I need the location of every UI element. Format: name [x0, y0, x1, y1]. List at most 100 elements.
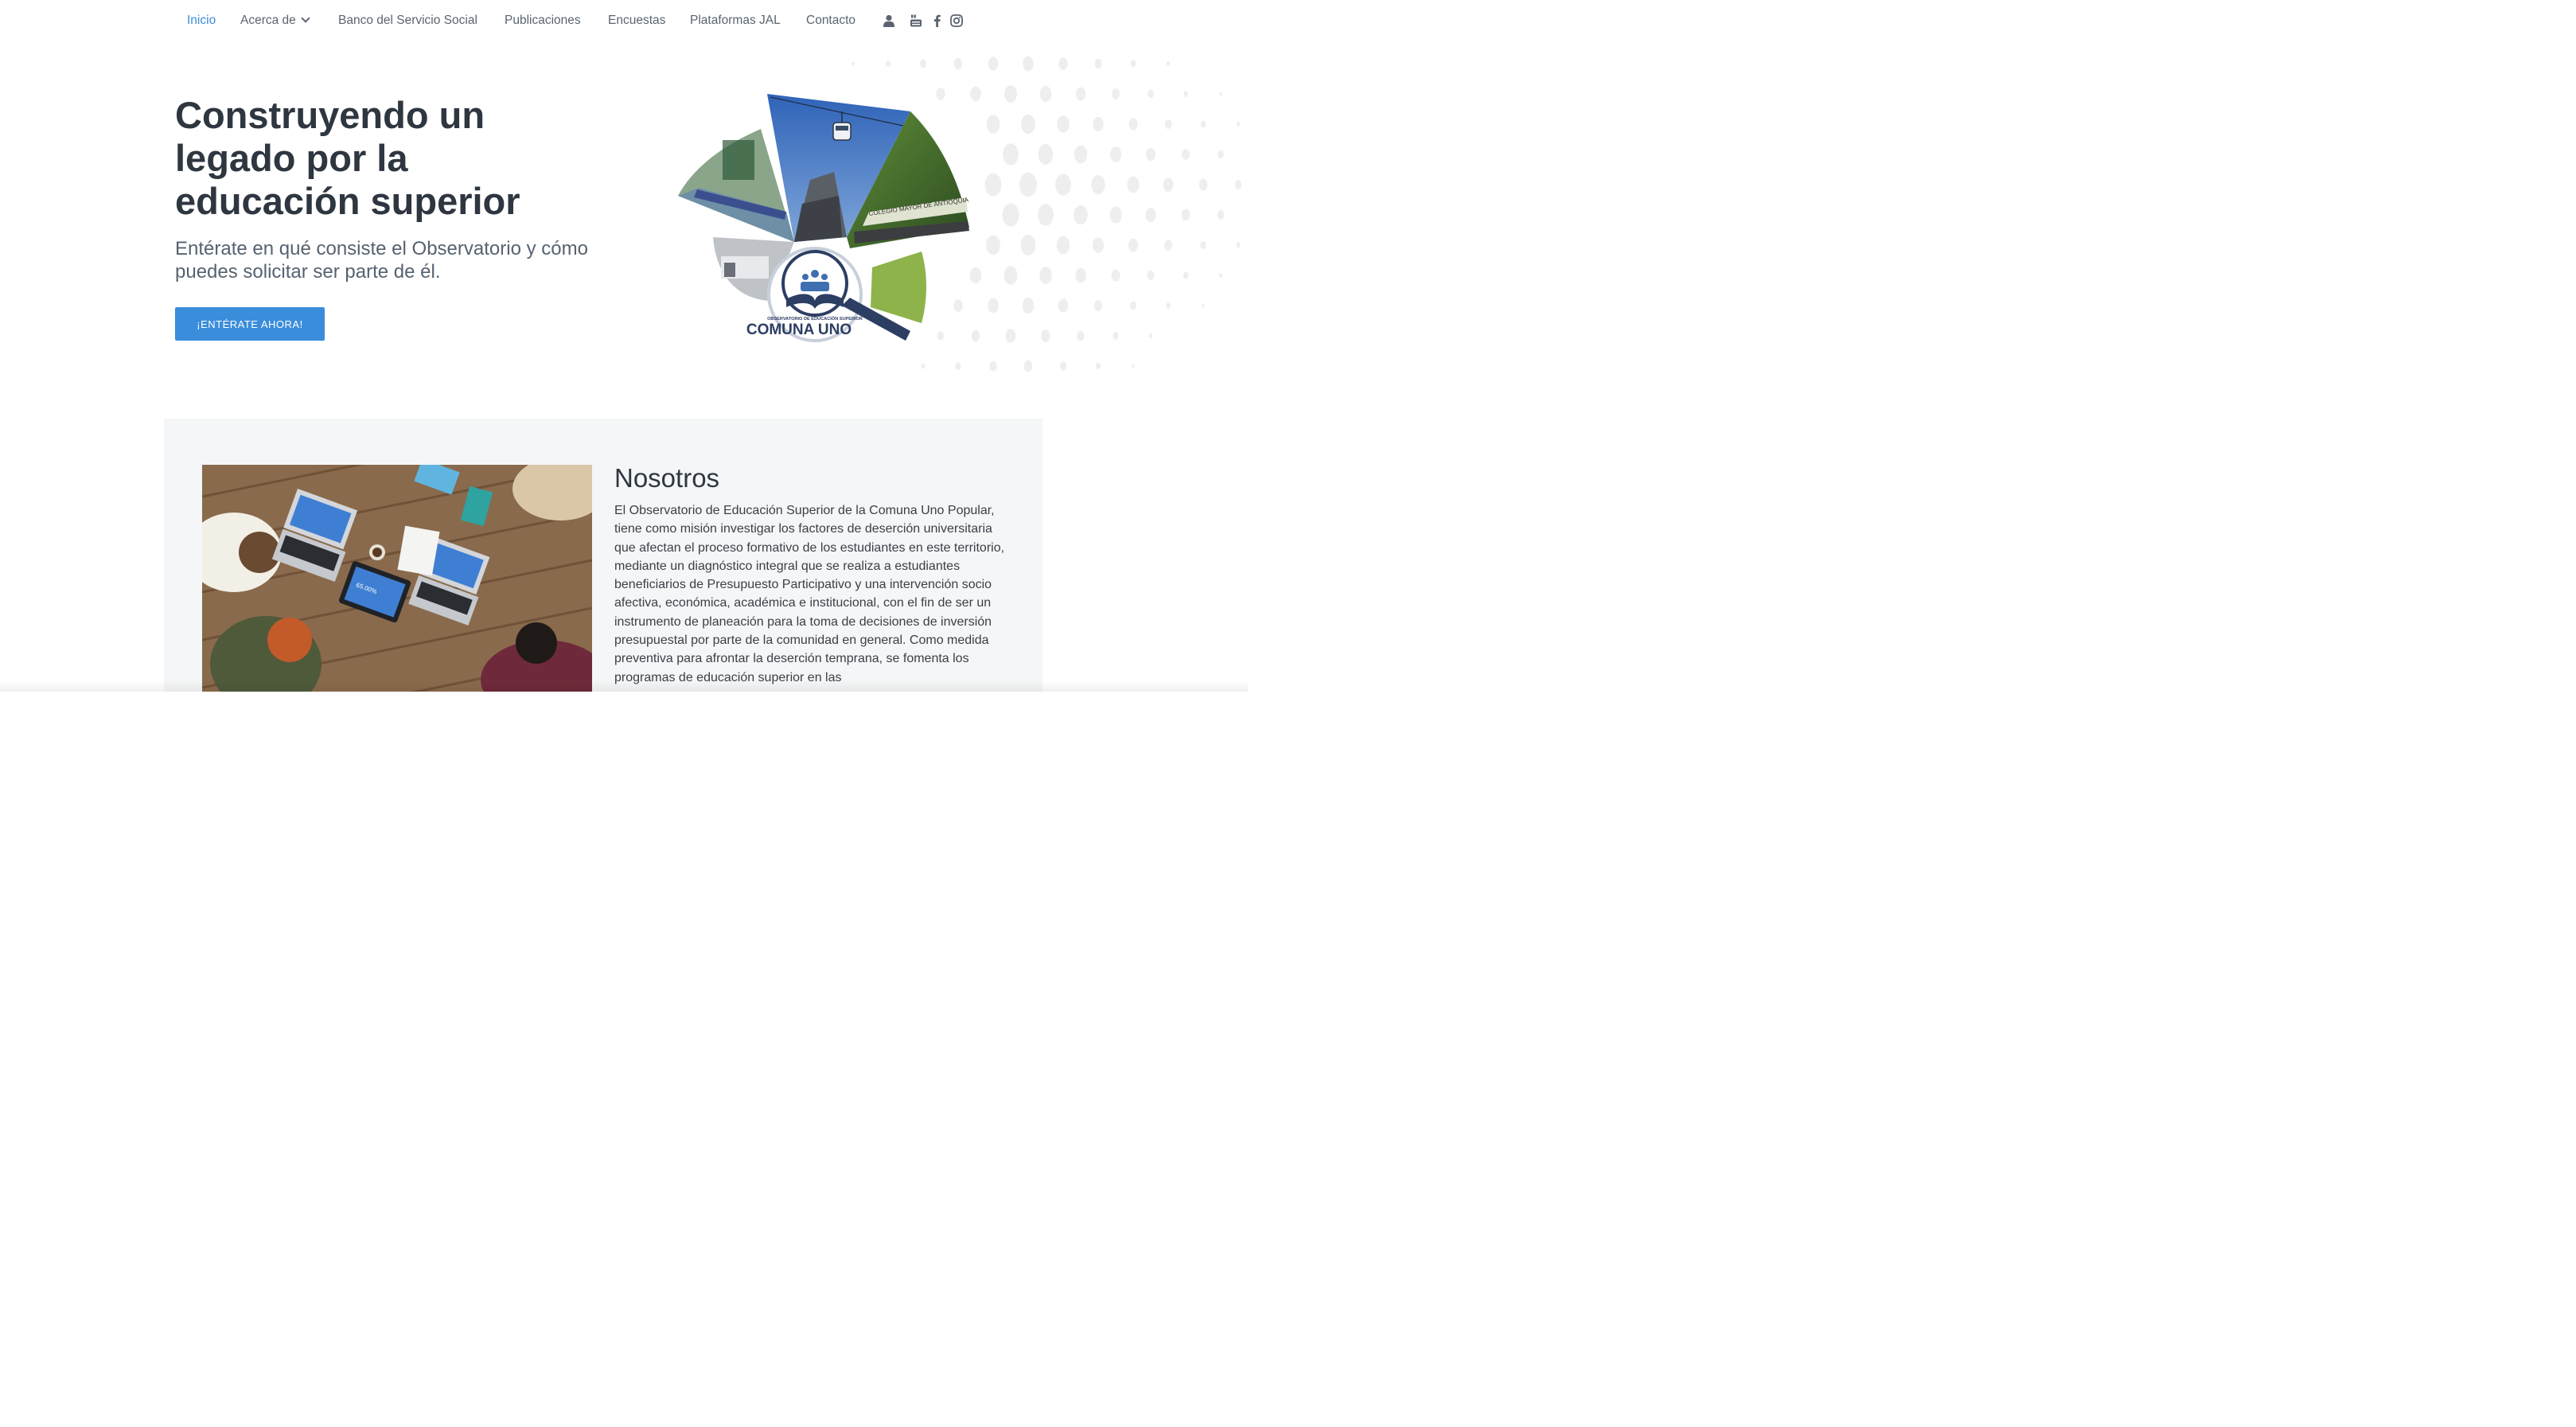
- decorative-dot: [1236, 122, 1241, 127]
- decorative-dot: [1198, 178, 1208, 191]
- decorative-dot: [1019, 172, 1037, 197]
- decorative-dot: [971, 329, 980, 342]
- decorative-dot: [1058, 298, 1069, 313]
- youtube-icon[interactable]: [909, 14, 923, 28]
- main-nav: Inicio Acerca de Banco del Servicio Soci…: [0, 0, 1248, 45]
- decorative-dot: [1092, 237, 1105, 253]
- decorative-dot: [1164, 119, 1172, 130]
- decorative-dot: [1234, 180, 1242, 189]
- hero-subtitle: Entérate en qué consiste el Observatorio…: [175, 238, 588, 283]
- decorative-dot: [984, 173, 1002, 197]
- nav-link-banco-servicio-social[interactable]: Banco del Servicio Social: [338, 14, 477, 28]
- decorative-dot: [1166, 60, 1171, 67]
- decorative-dot: [1094, 58, 1102, 69]
- decorative-dot: [1023, 56, 1034, 72]
- decorative-dot: [1091, 174, 1105, 195]
- decorative-dot: [1181, 209, 1191, 221]
- decorative-dot: [1183, 271, 1189, 279]
- decorative-dot: [1075, 267, 1086, 283]
- user-icon[interactable]: [882, 14, 896, 28]
- decorative-dot: [1077, 330, 1085, 341]
- decorative-dot: [1038, 204, 1054, 226]
- decorative-dot: [1004, 85, 1017, 103]
- decorative-dot: [1163, 177, 1174, 192]
- decorative-dot: [953, 57, 963, 70]
- decorative-dot: [1093, 299, 1103, 312]
- hero-title: Construyendo un legado por la educación …: [175, 94, 520, 222]
- nav-link-acerca-de-label: Acerca de: [240, 14, 296, 27]
- decorative-dot: [1127, 176, 1140, 193]
- facebook-icon[interactable]: [929, 14, 944, 28]
- decorative-dot: [1146, 147, 1155, 162]
- decorative-dot: [986, 115, 1000, 134]
- decorative-dot: [921, 363, 926, 369]
- hero-graphic: COLEGIO MAYOR DE ANTIOQUIA OBSERVATORIO …: [675, 92, 972, 344]
- decorative-dot: [1038, 144, 1054, 165]
- decorative-dot: [1130, 301, 1136, 310]
- decorative-dot: [1056, 236, 1070, 255]
- decorative-dot: [1128, 118, 1138, 131]
- decorative-dot: [1074, 205, 1088, 225]
- decorative-dot: [1039, 85, 1052, 103]
- decorative-dot: [1075, 87, 1086, 101]
- decorative-dot: [1003, 143, 1019, 166]
- decorative-dot: [1074, 145, 1088, 164]
- decorative-dot: [1200, 240, 1206, 250]
- instagram-icon[interactable]: [949, 14, 964, 28]
- nav-link-acerca-de[interactable]: Acerca de: [240, 14, 310, 28]
- decorative-dot: [986, 235, 1000, 255]
- decorative-dot: [1041, 329, 1050, 342]
- decorative-dot: [1164, 240, 1172, 251]
- decorative-dot: [1059, 361, 1067, 371]
- logo-big-text: COMUNA UNO: [746, 322, 852, 338]
- decorative-dot: [1148, 333, 1153, 339]
- decorative-dot: [1004, 266, 1018, 285]
- decorative-dot: [989, 361, 997, 372]
- decorative-dot: [1217, 210, 1225, 220]
- decorative-dot: [1109, 146, 1122, 162]
- chevron-down-icon: [301, 14, 310, 23]
- decorative-dot: [1200, 120, 1206, 128]
- decorative-dot: [1166, 302, 1171, 309]
- decorative-dot: [988, 298, 999, 314]
- decorative-dot: [1023, 360, 1033, 372]
- decorative-dot: [1218, 150, 1224, 159]
- decorative-dot: [1130, 60, 1136, 68]
- decorative-dot: [1109, 206, 1122, 224]
- about-title: Nosotros: [614, 463, 720, 493]
- decorative-dot: [1111, 269, 1120, 282]
- decorative-dot: [1182, 149, 1190, 160]
- decorative-dot: [852, 61, 855, 66]
- decorative-dot: [1021, 114, 1035, 135]
- cta-button[interactable]: ¡ENTÉRATE AHORA!: [175, 307, 325, 341]
- decorative-dot: [1022, 297, 1035, 314]
- nav-link-plataformas-jal[interactable]: Plataformas JAL: [690, 14, 781, 28]
- team-photo-svg: 65.00%: [202, 465, 592, 692]
- decorative-dot: [988, 57, 999, 71]
- decorative-dot: [1202, 303, 1205, 308]
- nav-link-publicaciones[interactable]: Publicaciones: [505, 14, 581, 28]
- decorative-dot: [1219, 92, 1222, 96]
- bottom-shadow: [0, 680, 1248, 692]
- decorative-dot: [1093, 116, 1104, 132]
- decorative-dot: [1128, 238, 1139, 252]
- decorative-dot: [1112, 88, 1120, 99]
- green-arc-segment: [871, 251, 926, 323]
- logo-small-text: OBSERVATORIO DE EDUCACIÓN SUPERIOR: [767, 315, 863, 322]
- decorative-dot: [1183, 91, 1188, 97]
- decorative-dot: [1039, 267, 1052, 284]
- nav-link-encuestas[interactable]: Encuestas: [608, 14, 665, 28]
- decorative-dot: [1113, 332, 1119, 340]
- decorative-dot: [1055, 174, 1071, 196]
- nav-link-contacto[interactable]: Contacto: [806, 14, 855, 28]
- decorative-dot: [886, 60, 890, 67]
- decorative-dot: [1132, 364, 1135, 368]
- decorative-dot: [1057, 115, 1070, 133]
- decorative-dot: [1148, 89, 1154, 99]
- decorative-dot: [1218, 273, 1223, 278]
- decorative-dot: [1002, 203, 1019, 227]
- decorative-dot: [1236, 242, 1241, 248]
- decorative-dot: [955, 362, 961, 370]
- decorative-dot: [1005, 329, 1016, 343]
- nav-link-inicio[interactable]: Inicio: [187, 14, 216, 28]
